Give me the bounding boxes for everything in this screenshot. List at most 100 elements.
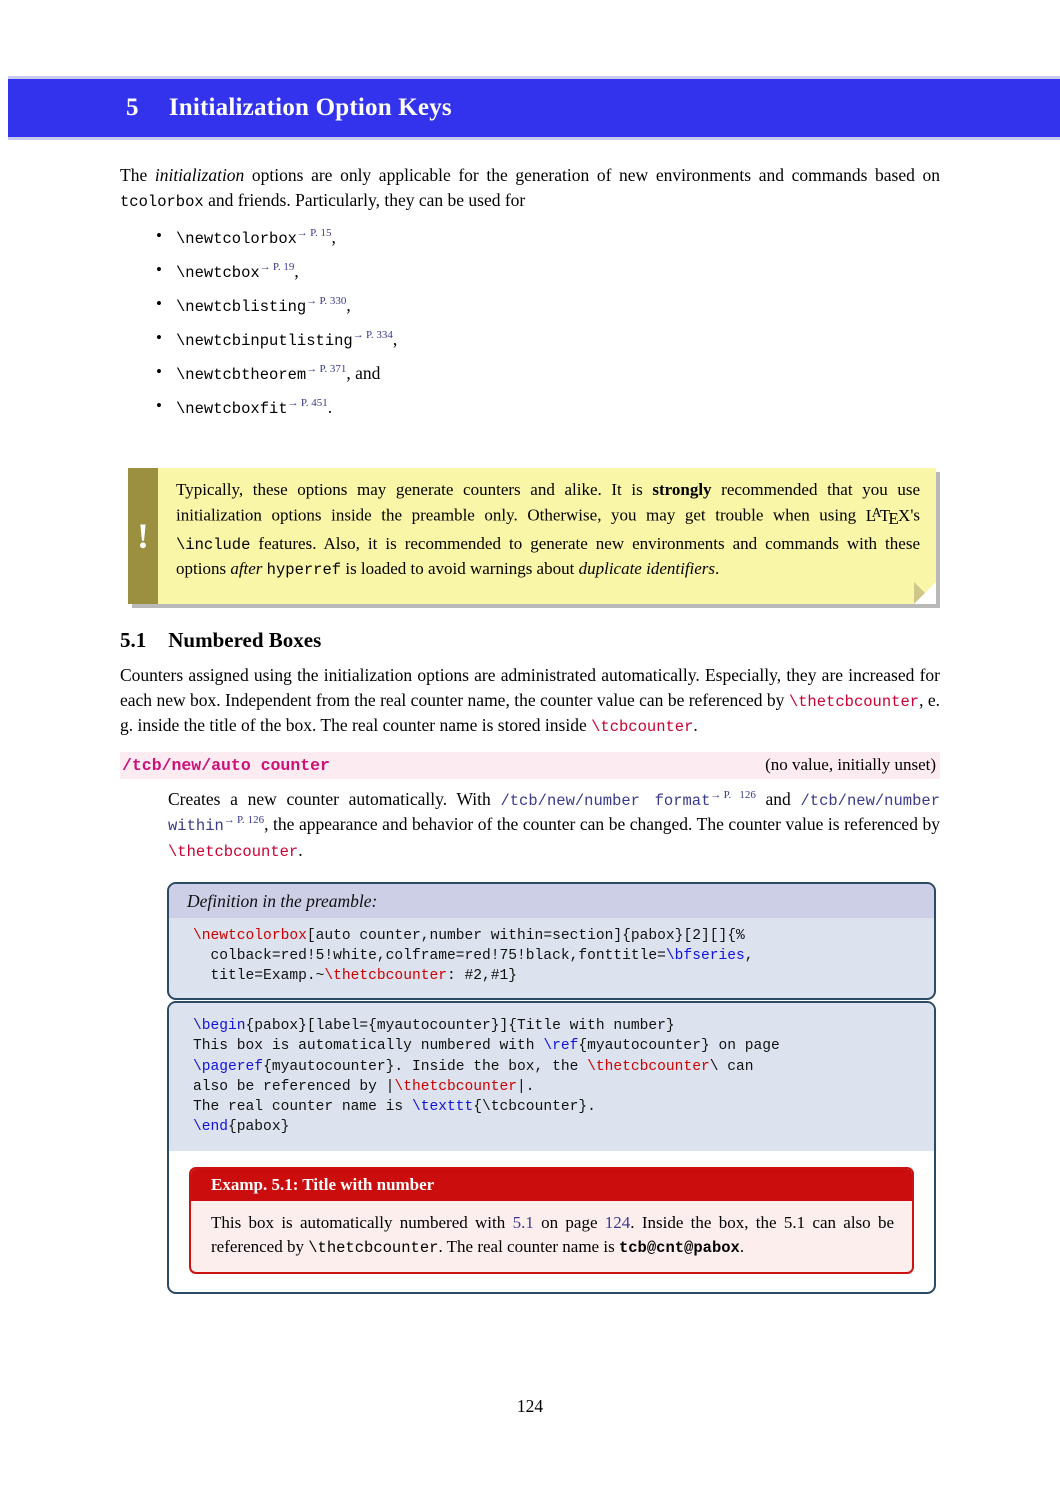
code-token: also be referenced by | bbox=[193, 1078, 395, 1095]
warn-emph-after: after bbox=[230, 559, 263, 579]
intro-code: tcolorbox bbox=[120, 192, 204, 211]
exclamation-icon: ! bbox=[137, 516, 149, 556]
key-desc-1: Creates a new counter automatically. Wit… bbox=[168, 788, 501, 809]
code-token: {\tcbcounter}. bbox=[473, 1099, 596, 1116]
example-result-box: Examp. 5.1: Title with number This box i… bbox=[189, 1166, 914, 1274]
key-ref-number-format: /tcb/new/number format bbox=[500, 791, 711, 810]
code-token: \pageref bbox=[193, 1058, 264, 1075]
list-item: \newtcbinputlisting→ P. 334, bbox=[120, 328, 940, 350]
code-token: : #2,#1} bbox=[446, 967, 518, 984]
example-ref-page: 124 bbox=[604, 1212, 631, 1232]
key-desc-3: , the appearance and behavior of the cou… bbox=[264, 814, 940, 835]
warn-code-hyperref: hyperref bbox=[266, 561, 342, 580]
page-reference: → P. 19 bbox=[259, 261, 295, 274]
key-default-value: (no value, initially unset) bbox=[765, 754, 936, 774]
code-listing: \newtcolorbox[auto counter,number within… bbox=[169, 918, 934, 998]
key-definition-line: /tcb/new/auto counter (no value, initial… bbox=[120, 751, 940, 779]
page-reference: → P. 451 bbox=[287, 397, 328, 410]
subsection-paragraph: Counters assigned using the initializati… bbox=[120, 663, 940, 738]
page-reference: → P. 15 bbox=[296, 227, 332, 240]
code-listing: \begin{pabox}[label={myautocounter}]{Tit… bbox=[169, 1003, 934, 1151]
warn-text-1: Typically, these options may generate co… bbox=[176, 480, 653, 499]
latex-logo: LATEX bbox=[865, 504, 911, 529]
list-item: \newtcolorbox→ P. 15, bbox=[120, 226, 940, 248]
attention-sidebar: ! bbox=[128, 468, 158, 604]
code-token: {myautocounter}. Inside the box, the bbox=[263, 1058, 588, 1075]
key-desc-2: and bbox=[755, 788, 801, 809]
command-name: \newtcbox bbox=[176, 263, 260, 282]
ex-text-1: This box is automatically numbered with bbox=[211, 1212, 513, 1232]
code-token: \newtcolorbox bbox=[193, 928, 307, 944]
punctuation: , bbox=[294, 260, 299, 281]
list-item: \newtcboxfit→ P. 451. bbox=[120, 396, 940, 418]
code-box-preamble: Definition in the preamble: \newtcolorbo… bbox=[167, 882, 936, 1000]
page-content: The initialization options are only appl… bbox=[120, 163, 940, 431]
command-name: \newtcbinputlisting bbox=[176, 331, 353, 350]
punctuation: , bbox=[331, 226, 336, 247]
example-box-body: This box is automatically numbered with … bbox=[191, 1201, 912, 1272]
list-item: \newtcblisting→ P. 330, bbox=[120, 294, 940, 316]
folded-corner-cut bbox=[914, 582, 936, 604]
page-reference: → P. 126 bbox=[710, 789, 756, 802]
code-token: |. bbox=[517, 1078, 535, 1095]
command-name: \newtcblisting bbox=[176, 297, 307, 316]
page-number: 124 bbox=[516, 1396, 544, 1416]
code-token: \texttt bbox=[411, 1099, 474, 1116]
code-token: \begin bbox=[193, 1018, 246, 1034]
page-reference: → P. 371 bbox=[306, 363, 347, 376]
warn-emph-duplicate: duplicate identifiers bbox=[578, 559, 716, 579]
ex-text-4: . The real counter name is bbox=[438, 1237, 619, 1257]
warn-text-3: 's bbox=[910, 505, 920, 525]
page-reference: → P. 330 bbox=[306, 295, 347, 308]
code-token: This box is automatically numbered with bbox=[193, 1038, 544, 1055]
punctuation: , bbox=[392, 328, 398, 349]
code-token: [auto counter,number within=section]{pab… bbox=[306, 928, 745, 944]
command-name: \newtcbtheorem bbox=[176, 365, 307, 384]
macro-thetcbcounter: \thetcbcounter bbox=[308, 1239, 439, 1258]
example-demo-box: \begin{pabox}[label={myautocounter}]{Tit… bbox=[167, 1001, 936, 1294]
section-title: Initialization Option Keys bbox=[168, 94, 452, 121]
punctuation: , and bbox=[346, 362, 381, 383]
command-name: \newtcolorbox bbox=[176, 229, 297, 248]
code-token: \end bbox=[193, 1119, 229, 1136]
example-box-title: Examp. 5.1: Title with number bbox=[191, 1168, 912, 1201]
code-token: \bfseries bbox=[665, 947, 745, 964]
ex-text-5: . bbox=[739, 1237, 745, 1257]
section-title-bar: 5 Initialization Option Keys bbox=[8, 76, 1060, 140]
code-token: {pabox} bbox=[228, 1119, 290, 1136]
warn-text-5: is loaded to avoid warnings about bbox=[341, 559, 579, 579]
punctuation: . bbox=[327, 396, 333, 417]
attention-box-frame: ! Typically, these options may generate … bbox=[128, 468, 936, 604]
intro-text-3: and friends. Particularly, they can be u… bbox=[203, 189, 526, 210]
code-token: \ can bbox=[709, 1058, 754, 1075]
macro-tcbcounter: \tcbcounter bbox=[591, 717, 694, 736]
warn-code-include: \include bbox=[176, 536, 251, 555]
code-token: colback=red!5!white,colframe=red!75!blac… bbox=[193, 947, 666, 964]
warn-text-6: . bbox=[715, 559, 720, 579]
code-token: \thetcbcounter bbox=[394, 1078, 518, 1095]
page-reference: → P. 126 bbox=[223, 814, 265, 827]
code-token: \thetcbcounter bbox=[587, 1058, 710, 1075]
example-ref-number: 5.1 bbox=[512, 1212, 534, 1232]
section-number: 5 bbox=[126, 94, 139, 121]
subsection-block: 5.1 Numbered Boxes Counters assigned usin… bbox=[120, 628, 940, 863]
code-token: , bbox=[744, 947, 754, 964]
code-box-title: Definition in the preamble: bbox=[169, 884, 934, 918]
counter-name: tcb@cnt@pabox bbox=[618, 1239, 740, 1258]
command-list: \newtcolorbox→ P. 15, \newtcbox→ P. 19 , … bbox=[120, 226, 940, 418]
key-desc-4: . bbox=[298, 839, 303, 860]
attention-box: ! Typically, these options may generate … bbox=[128, 468, 940, 608]
subsection-title: Numbered Boxes bbox=[168, 628, 322, 652]
example-result-area: Examp. 5.1: Title with number This box i… bbox=[169, 1151, 934, 1292]
list-item: \newtcbox→ P. 19, bbox=[120, 260, 940, 282]
attention-text: Typically, these options may generate co… bbox=[158, 468, 936, 604]
page-reference: → P. 334 bbox=[352, 329, 393, 342]
intro-text-1: The bbox=[120, 165, 155, 185]
code-token: {myautocounter} on page bbox=[578, 1038, 780, 1055]
code-token: \ref bbox=[543, 1038, 579, 1055]
subsection-number: 5.1 bbox=[120, 628, 147, 652]
code-token: \thetcbcounter bbox=[324, 967, 447, 984]
key-name: /tcb/new/auto counter bbox=[122, 755, 330, 775]
code-token: {pabox}[label={myautocounter}]{Title wit… bbox=[245, 1018, 675, 1034]
command-name: \newtcboxfit bbox=[176, 399, 288, 418]
